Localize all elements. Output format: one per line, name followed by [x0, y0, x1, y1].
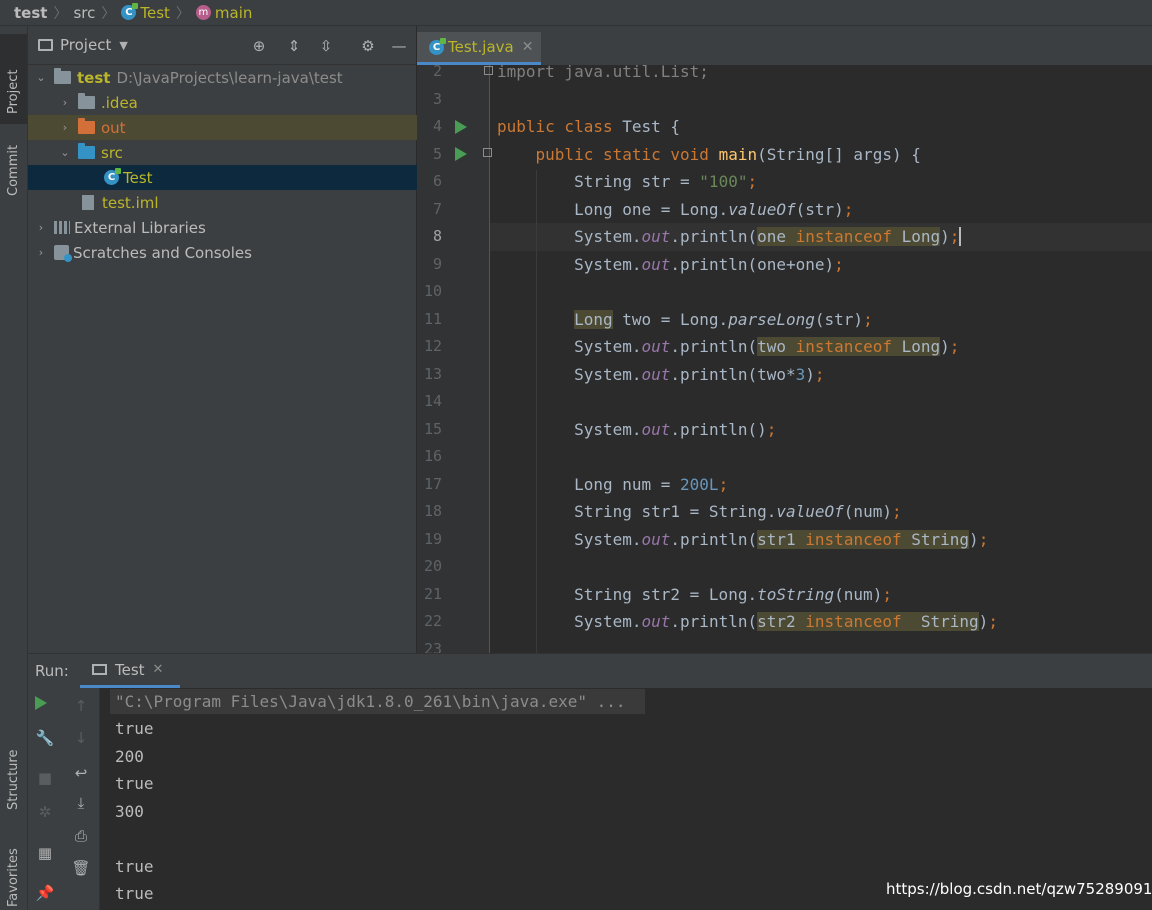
- rerun-icon[interactable]: [35, 696, 47, 710]
- console-line: 200: [115, 747, 144, 766]
- chevron-right-icon: 〉: [53, 5, 68, 22]
- project-panel-header: Project ▼: [28, 26, 416, 65]
- scratches-icon: [54, 245, 72, 262]
- fold-icon[interactable]: [483, 148, 492, 157]
- class-icon: C: [121, 3, 139, 20]
- down-arrow-icon[interactable]: ↓: [71, 728, 91, 748]
- console-command-line: "C:\Program Files\Java\jdk1.8.0_261\bin\…: [115, 692, 626, 711]
- tree-item-module[interactable]: ⌄ test D:\JavaProjects\learn-java\test: [28, 65, 422, 90]
- collapse-all-icon[interactable]: ⇳: [317, 37, 335, 55]
- chevron-right-icon[interactable]: ›: [34, 246, 48, 259]
- file-icon: [82, 195, 94, 210]
- chevron-right-icon[interactable]: ›: [34, 221, 48, 234]
- run-class-icon[interactable]: [455, 120, 467, 134]
- project-panel: Project ▼ ⊕ ⇕ ⇳ ⚙ — ⌄ test D:\JavaProjec…: [28, 26, 492, 653]
- breadcrumb-item-project[interactable]: test: [14, 4, 47, 22]
- scroll-to-end-icon[interactable]: ⤓: [71, 793, 91, 813]
- class-icon: C: [104, 168, 121, 185]
- tree-item-scratches[interactable]: › Scratches and Consoles: [28, 240, 422, 265]
- chevron-right-icon: 〉: [175, 5, 190, 22]
- console-line: 300: [115, 802, 144, 821]
- folder-icon: [78, 93, 95, 109]
- locate-icon[interactable]: ⊕: [250, 37, 268, 55]
- run-panel-header: Run: Test ✕: [28, 653, 1152, 689]
- gear-icon[interactable]: ⚙: [359, 37, 377, 55]
- run-label: Run:: [35, 662, 69, 680]
- breadcrumb-item-method[interactable]: m main: [195, 4, 252, 22]
- debugger-icon[interactable]: ✲: [35, 802, 55, 822]
- tree-item-idea[interactable]: › .idea: [28, 90, 446, 115]
- excluded-folder-icon: [78, 118, 95, 134]
- minimize-icon[interactable]: —: [390, 37, 408, 55]
- run-toolbar: 🔧 ■ ✲ ▦ 📌: [28, 688, 64, 910]
- left-tool-stripe: Project Commit Structure Favorites: [0, 26, 28, 910]
- close-icon[interactable]: ✕: [522, 39, 534, 55]
- trash-icon[interactable]: 🗑: [71, 858, 91, 878]
- up-arrow-icon[interactable]: ↑: [71, 696, 91, 716]
- console-toolbar: ↑ ↓ ↩ ⤓ ⎙ 🗑: [63, 688, 100, 910]
- console-line: true: [115, 719, 154, 738]
- run-tab-test[interactable]: Test ✕: [80, 654, 180, 688]
- class-icon: C: [429, 37, 446, 55]
- chevron-right-icon[interactable]: ›: [58, 96, 72, 109]
- project-view-icon: [38, 39, 53, 51]
- breadcrumb-item-class[interactable]: C Test: [121, 3, 170, 22]
- tree-item-external-libraries[interactable]: › External Libraries: [28, 215, 422, 240]
- chevron-down-icon[interactable]: ⌄: [58, 146, 72, 159]
- pin-icon[interactable]: 📌: [35, 883, 55, 903]
- console-line: true: [115, 857, 154, 876]
- tool-window-structure[interactable]: Structure: [0, 736, 27, 816]
- console-icon: [92, 664, 107, 675]
- stop-icon[interactable]: ■: [35, 768, 55, 788]
- run-method-icon[interactable]: [455, 147, 467, 161]
- libraries-icon: [54, 221, 70, 234]
- console-line: true: [115, 884, 154, 903]
- breadcrumb-item-src[interactable]: src: [73, 4, 95, 22]
- project-view-selector[interactable]: Project: [60, 36, 111, 54]
- close-icon[interactable]: ✕: [153, 662, 164, 677]
- print-icon[interactable]: ⎙: [71, 826, 91, 846]
- chevron-down-icon[interactable]: ▼: [119, 39, 127, 52]
- fold-icon[interactable]: [484, 66, 493, 75]
- wrench-icon[interactable]: 🔧: [35, 728, 55, 748]
- chevron-right-icon[interactable]: ›: [58, 121, 72, 134]
- tree-item-src[interactable]: ⌄ src: [28, 140, 446, 165]
- method-icon: m: [195, 5, 211, 20]
- watermark: https://blog.csdn.net/qzw752890913: [886, 880, 1152, 898]
- console-line: true: [115, 774, 154, 793]
- tool-window-commit[interactable]: Commit: [0, 126, 27, 206]
- chevron-down-icon[interactable]: ⌄: [34, 71, 48, 84]
- expand-all-icon[interactable]: ⇕: [285, 37, 303, 55]
- tool-window-favorites[interactable]: Favorites: [0, 841, 27, 910]
- editor-tab-bar: C Test.java ✕: [417, 26, 1152, 66]
- soft-wrap-icon[interactable]: ↩: [71, 763, 91, 783]
- editor-tab-test-java[interactable]: C Test.java ✕: [417, 32, 541, 65]
- module-folder-icon: [54, 68, 71, 84]
- source-folder-icon: [78, 143, 95, 159]
- tree-item-out[interactable]: › out: [28, 115, 446, 140]
- tree-item-iml[interactable]: test.iml: [28, 190, 470, 215]
- console-output[interactable]: [100, 688, 1152, 910]
- chevron-right-icon: 〉: [101, 5, 116, 22]
- layout-icon[interactable]: ▦: [35, 843, 55, 863]
- tool-window-project[interactable]: Project: [0, 34, 27, 124]
- breadcrumb: test 〉 src 〉 C Test 〉 m main: [0, 0, 1152, 26]
